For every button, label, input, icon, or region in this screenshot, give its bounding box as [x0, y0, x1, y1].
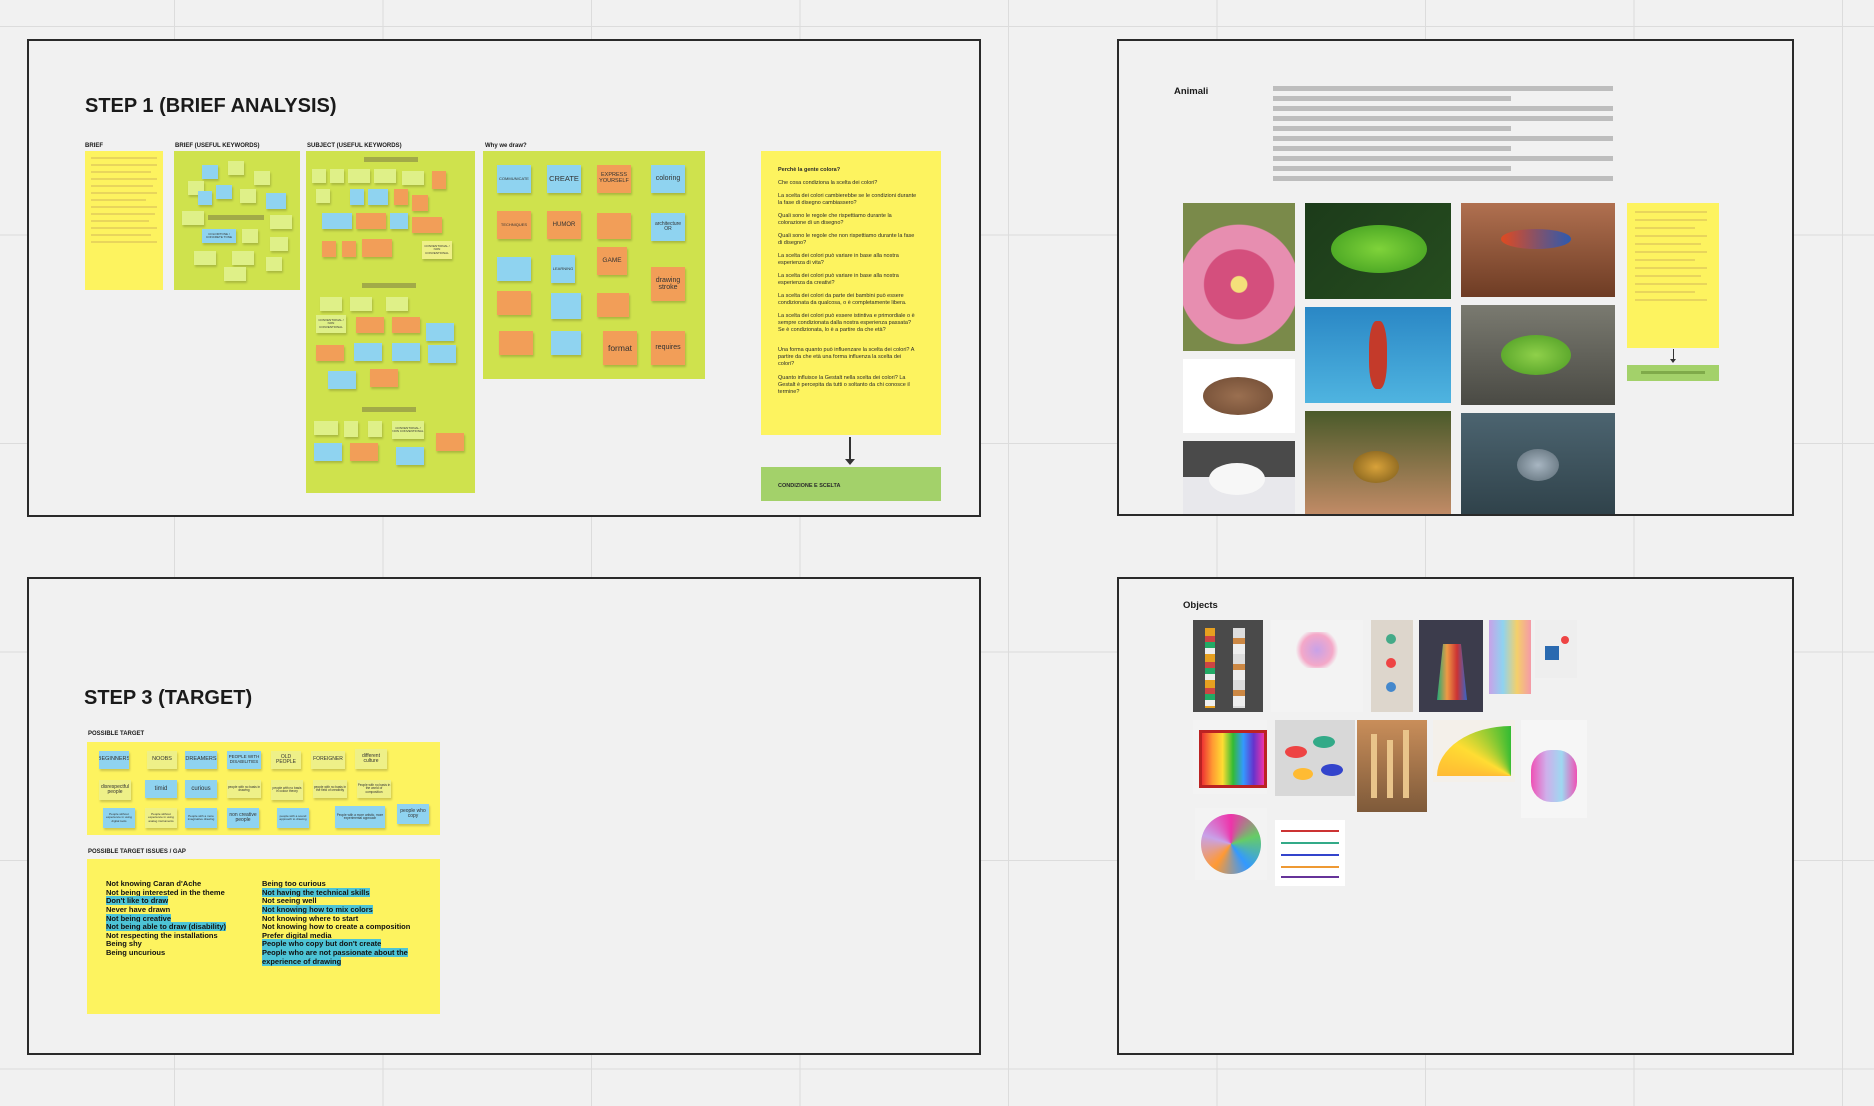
question-10: Quanto influisce la Gestalt nella scelta… [778, 375, 910, 395]
question-1: Che cosa condiziona la scelta dei colori… [778, 180, 878, 186]
lizard-image [1461, 203, 1615, 297]
why-note-techniques[interactable]: TECHNIQUES [497, 211, 531, 239]
pink-glass-image [1271, 620, 1363, 712]
target-old-people[interactable]: OLD PEOPLE [271, 751, 301, 769]
why-note-humor[interactable]: HUMOR [547, 211, 581, 239]
target-artistic[interactable]: People with a more artistic, more experi… [335, 806, 385, 828]
target-people-who-copy[interactable]: people who copy [397, 804, 429, 824]
target-no-basis-colour[interactable]: people with no basis in colour theory [271, 780, 303, 800]
why-note-create[interactable]: CREATE [547, 165, 581, 193]
subject-note-1[interactable]: CONVENTIONAL / NON CONVENTIONAL [422, 241, 452, 259]
questions-sticky[interactable]: Perchè la gente colora? Che cosa condizi… [761, 151, 941, 435]
question-5: La scelta dei colori può variare in base… [778, 253, 899, 266]
colored-pencils-image [1275, 820, 1345, 886]
subject-keywords-board[interactable]: CONVENTIONAL / NON CONVENTIONAL CONVENTI… [306, 151, 475, 493]
why-note-requires[interactable]: requires [651, 331, 685, 365]
why-note-drawing-stroke[interactable]: drawing stroke [651, 267, 685, 301]
why-note-communicate[interactable]: COMMUNICATE [497, 165, 531, 193]
question-9: Una forma quanto può influenzare la scel… [778, 347, 915, 367]
why-note-learning[interactable]: LEARNING [551, 255, 575, 283]
issue-left-9: Being uncurious [106, 948, 166, 957]
spiral-ball-image [1195, 808, 1267, 880]
brief-kw-note[interactable]: COLOR/TONE / CONCRETE TONE [202, 229, 236, 243]
question-6: La scelta dei colori può variare in base… [778, 273, 899, 286]
why-draw-label: Why we draw? [485, 143, 527, 149]
issues-sticky[interactable]: Not knowing Caran d'Ache Not being inter… [87, 859, 440, 1014]
step3-frame[interactable]: STEP 3 (TARGET) POSSIBLE TARGET BEGINNER… [27, 577, 981, 1055]
arctic-fox-image [1183, 441, 1295, 514]
flounder-image [1183, 359, 1295, 433]
animali-title: Animali [1174, 86, 1209, 97]
why-note-express[interactable]: EXPRESS YOURSELF [597, 165, 631, 193]
why-note-game[interactable]: GAME [597, 247, 627, 275]
moka-pot-image [1419, 620, 1483, 712]
brief-label: BRIEF [85, 143, 103, 149]
target-non-creative[interactable]: non creative people [227, 808, 259, 828]
question-2: La scelta dei colori cambierebbe se le c… [778, 193, 917, 206]
possible-target-label: POSSIBLE TARGET [88, 731, 145, 737]
objects-frame[interactable]: Objects [1117, 577, 1794, 1055]
target-no-analog[interactable]: People without experience in using analo… [145, 808, 177, 828]
target-noobs[interactable]: NOOBS [147, 751, 177, 769]
target-no-basis-composition[interactable]: People with no basis in the world of com… [357, 780, 391, 798]
issues-label: POSSIBLE TARGET ISSUES / GAP [88, 849, 186, 855]
why-draw-board[interactable]: COMMUNICATE CREATE EXPRESS YOURSELF colo… [483, 151, 705, 379]
chameleon-image [1305, 203, 1451, 299]
result-text: CONDIZIONE E SCELTA [778, 483, 841, 489]
target-no-basis-creativity[interactable]: people with no basis in the field of cre… [313, 780, 347, 798]
animali-sticky[interactable] [1627, 203, 1719, 348]
question-7: La scelta dei colori da parte dei bambin… [778, 293, 907, 306]
target-imaginative[interactable]: People with a more imaginative drawing [185, 808, 217, 828]
target-different-culture[interactable]: different culture [355, 749, 387, 769]
objects-title: Objects [1183, 600, 1218, 611]
why-note-coloring[interactable]: coloring [651, 165, 685, 193]
animali-frame[interactable]: Animali [1117, 39, 1794, 516]
colored-rings-image [1275, 720, 1355, 796]
frog-on-finger-image [1305, 411, 1451, 514]
target-sound-approach[interactable]: people with a sound approach to drawing [277, 808, 309, 828]
tree-frog-image [1461, 305, 1615, 405]
question-4: Quali sono le regole che non rispettiamo… [778, 233, 915, 246]
target-disrespectful[interactable]: disrespectful people [99, 780, 131, 800]
pencil-tin-image [1193, 720, 1267, 794]
subject-note-2[interactable]: CONVENTIONAL / NON CONVENTIONAL [316, 315, 346, 333]
question-3: Quali sono le regole che rispettiamo dur… [778, 213, 892, 226]
step1-title: STEP 1 (BRIEF ANALYSIS) [85, 95, 337, 117]
issue-right-10: experience of drawing [262, 956, 342, 966]
target-timid[interactable]: timid [145, 780, 177, 798]
shapes-image [1535, 620, 1577, 678]
color-swatch-fan-image [1433, 720, 1515, 782]
seahorse-image [1305, 307, 1451, 403]
arrow-head-icon [845, 459, 855, 465]
step1-frame[interactable]: STEP 1 (BRIEF ANALYSIS) BRIEF BRIEF (USE… [27, 39, 981, 517]
questions-heading: Perchè la gente colora? [778, 167, 841, 173]
target-curious[interactable]: curious [185, 780, 217, 798]
brief-sticky[interactable] [85, 151, 163, 290]
animali-result-box[interactable] [1627, 365, 1719, 381]
subject-note-3[interactable]: CONVENTIONAL / NON CONVENTIONAL [392, 421, 424, 439]
result-box[interactable]: CONDIZIONE E SCELTA [761, 467, 941, 501]
target-foreigner[interactable]: FOREIGNER [311, 751, 345, 769]
brief-keywords-label: BRIEF (USEFUL KEYWORDS) [175, 143, 260, 149]
wooden-figures-image [1357, 720, 1427, 812]
why-note-architecture[interactable]: architecture OR [651, 213, 685, 241]
step3-title: STEP 3 (TARGET) [84, 687, 253, 709]
brief-keywords-board[interactable]: COLOR/TONE / CONCRETE TONE [174, 151, 300, 290]
animali-arrow-head-icon [1670, 359, 1676, 363]
subject-keywords-label: SUBJECT (USEFUL KEYWORDS) [307, 143, 402, 149]
target-beginners[interactable]: BEGINNERS [99, 751, 129, 769]
why-note-format[interactable]: format [603, 331, 637, 365]
rainbow-coil-image [1521, 720, 1587, 818]
flower-image [1183, 203, 1295, 351]
color-panels-image [1489, 620, 1531, 694]
question-8: La scelta dei colori può essere istintiv… [778, 313, 915, 333]
target-disabilities[interactable]: PEOPLE WITH DISABILITIES [227, 751, 261, 769]
octopus-image [1461, 413, 1615, 514]
totem-objects-image [1193, 620, 1263, 712]
target-dreamers[interactable]: DREAMERS [185, 751, 217, 769]
target-no-digital[interactable]: People without experience in using digit… [103, 808, 135, 828]
spinning-tops-image [1371, 620, 1413, 712]
target-no-basis-drawing[interactable]: people with no basis in drawing [227, 780, 261, 798]
possible-target-board[interactable]: BEGINNERS NOOBS DREAMERS PEOPLE WITH DIS… [87, 742, 440, 835]
